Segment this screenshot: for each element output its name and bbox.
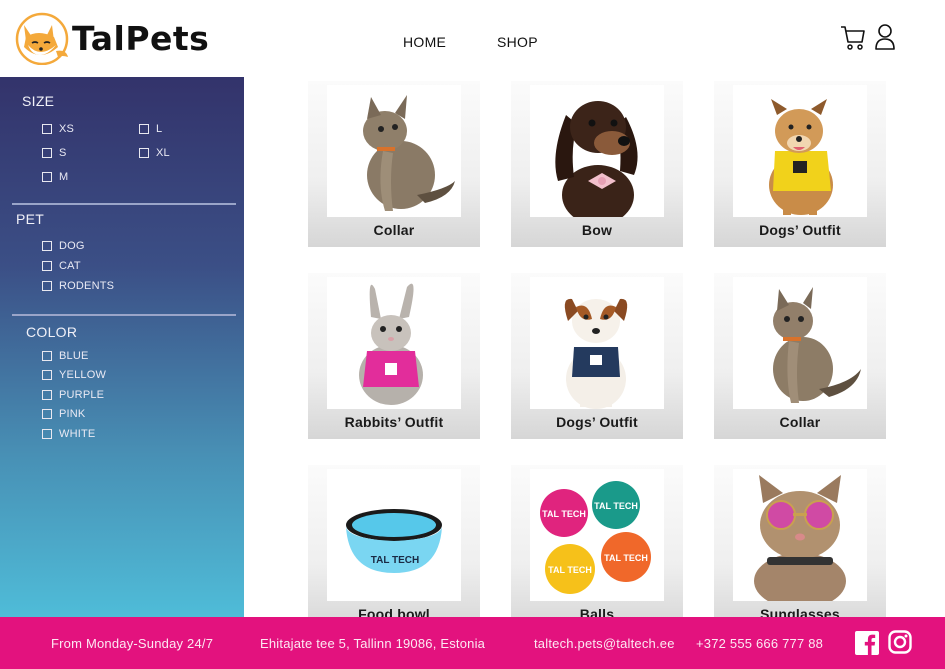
filter-size-m[interactable]: M (42, 171, 68, 183)
divider (12, 314, 236, 316)
product-image-balls[interactable]: TAL TECH TAL TECH TAL TECH TAL TECH (530, 469, 664, 601)
product-card[interactable]: Rabbits’ Outfit (308, 273, 480, 439)
product-name: Bow (581, 222, 613, 238)
filter-size-s[interactable]: S (42, 147, 67, 159)
filter-color-white[interactable]: WHITE (42, 428, 95, 440)
filter-color-blue[interactable]: BLUE (42, 350, 89, 362)
product-card[interactable]: TAL TECH Food bowl (308, 465, 480, 631)
product-image-cat-sunglasses[interactable] (733, 469, 867, 601)
filter-size-l[interactable]: L (139, 123, 162, 135)
product-card[interactable]: Dogs’ Outfit (714, 81, 886, 247)
filter-color-pink[interactable]: PINK (42, 408, 85, 420)
product-card[interactable]: Sunglasses (714, 465, 886, 631)
footer: From Monday-Sunday 24/7 Ehitajate tee 5,… (0, 617, 945, 669)
nav-home-link[interactable]: HOME (403, 34, 446, 50)
checkbox[interactable] (42, 429, 52, 439)
filter-pet-title: PET (16, 211, 45, 227)
footer-address: Ehitajate tee 5, Tallinn 19086, Estonia (260, 636, 486, 651)
footer-email-link[interactable]: taltech.pets@taltech.ee (534, 636, 675, 651)
filter-pet-rodents[interactable]: RODENTS (42, 280, 114, 292)
ball-print: TAL TECH (594, 501, 638, 511)
divider (12, 203, 236, 205)
footer-hours: From Monday-Sunday 24/7 (51, 636, 214, 651)
product-name: Dogs’ Outfit (759, 222, 841, 238)
bowl-print: TAL TECH (371, 555, 420, 566)
brand-logo[interactable]: TalPets (14, 11, 209, 65)
filter-pet-cat[interactable]: CAT (42, 260, 81, 272)
filter-pet-dog[interactable]: DOG (42, 240, 85, 252)
checkbox[interactable] (42, 370, 52, 380)
product-image-bowl[interactable]: TAL TECH (327, 469, 461, 601)
checkbox[interactable] (42, 281, 52, 291)
checkbox[interactable] (42, 241, 52, 251)
product-card[interactable]: Collar (308, 81, 480, 247)
instagram-icon[interactable] (888, 630, 912, 654)
checkbox[interactable] (139, 124, 149, 134)
product-name: Rabbits’ Outfit (344, 414, 444, 430)
checkbox[interactable] (42, 124, 52, 134)
filter-size-title: SIZE (22, 93, 55, 109)
product-image-rabbit[interactable] (327, 277, 461, 409)
filter-sidebar: SIZE XS L S XL M PET DOG CAT RODENTS COL… (0, 77, 244, 617)
product-card[interactable]: TAL TECH TAL TECH TAL TECH TAL TECH Ball… (511, 465, 683, 631)
product-card[interactable]: Dogs’ Outfit (511, 273, 683, 439)
product-image-dog[interactable] (530, 85, 664, 217)
filter-size-xl[interactable]: XL (139, 147, 170, 159)
page: TalPets HOME SHOP SIZE XS L S XL M PET D… (0, 0, 945, 669)
ball-print: TAL TECH (542, 509, 586, 519)
fox-logo-icon (15, 12, 69, 65)
product-image-cat[interactable] (327, 85, 461, 217)
product-name: Dogs’ Outfit (556, 414, 638, 430)
product-card[interactable]: Collar (714, 273, 886, 439)
user-icon[interactable] (874, 23, 896, 51)
checkbox[interactable] (42, 390, 52, 400)
product-name: Collar (779, 414, 821, 430)
checkbox[interactable] (139, 148, 149, 158)
checkbox[interactable] (42, 172, 52, 182)
header: TalPets HOME SHOP (0, 0, 945, 77)
product-image-cat[interactable] (733, 277, 867, 409)
checkbox[interactable] (42, 351, 52, 361)
checkbox[interactable] (42, 148, 52, 158)
nav-shop-link[interactable]: SHOP (497, 34, 538, 50)
product-image-dog[interactable] (530, 277, 664, 409)
filter-color-purple[interactable]: PURPLE (42, 389, 104, 401)
product-image-dog[interactable] (733, 85, 867, 217)
cart-icon[interactable] (840, 24, 866, 52)
ball-print: TAL TECH (548, 565, 592, 575)
filter-size-xs[interactable]: XS (42, 123, 74, 135)
facebook-icon[interactable] (855, 631, 879, 655)
product-name: Collar (373, 222, 415, 238)
filter-color-yellow[interactable]: YELLOW (42, 369, 106, 381)
checkbox[interactable] (42, 409, 52, 419)
product-card[interactable]: Bow (511, 81, 683, 247)
ball-print: TAL TECH (604, 553, 648, 563)
filter-color-title: COLOR (26, 324, 78, 340)
footer-phone-link[interactable]: +372 555 666 777 88 (696, 636, 823, 651)
brand-name: TalPets (72, 18, 210, 58)
checkbox[interactable] (42, 261, 52, 271)
